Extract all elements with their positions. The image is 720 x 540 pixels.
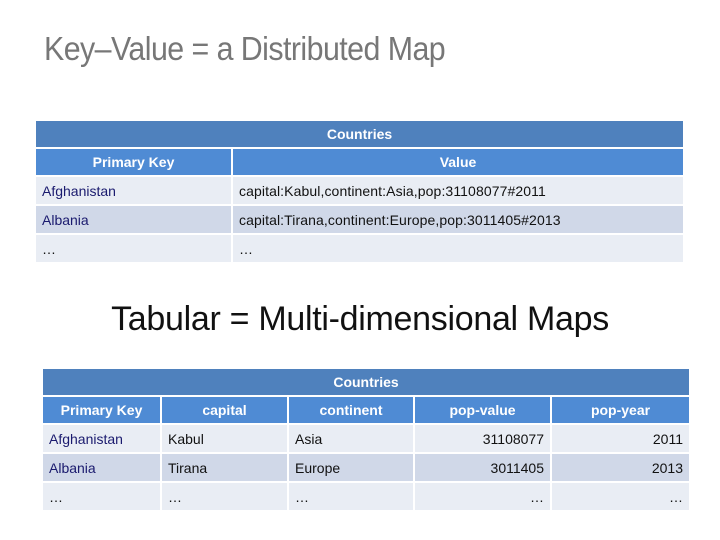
table-row: Afghanistan Kabul Asia 31108077 2011 — [43, 425, 689, 452]
cell-capital: Kabul — [162, 425, 287, 452]
table-row: … … … … … — [43, 483, 689, 510]
cell-pop-year: … — [552, 483, 689, 510]
table-row: … … — [36, 235, 683, 262]
slide-title: Key–Value = a Distributed Map — [44, 30, 446, 67]
cell-capital: Tirana — [162, 454, 287, 481]
cell-pop-value: 31108077 — [415, 425, 550, 452]
cell-primary-key: Albania — [36, 206, 231, 233]
table-header-row: Primary Key capital continent pop-value … — [43, 397, 689, 423]
cell-value: capital:Kabul,continent:Asia,pop:3110807… — [233, 177, 683, 204]
cell-pop-year: 2011 — [552, 425, 689, 452]
cell-pop-year: 2013 — [552, 454, 689, 481]
table-caption: Countries — [36, 121, 683, 147]
cell-primary-key: … — [43, 483, 160, 510]
cell-value: … — [233, 235, 683, 262]
cell-continent: Europe — [289, 454, 413, 481]
cell-continent: … — [289, 483, 413, 510]
section-subtitle: Tabular = Multi-dimensional Maps — [111, 300, 609, 338]
table-header-row: Primary Key Value — [36, 149, 683, 175]
column-header-value: Value — [233, 149, 683, 175]
cell-continent: Asia — [289, 425, 413, 452]
column-header-pop-value: pop-value — [415, 397, 550, 423]
table-caption-row: Countries — [43, 369, 689, 395]
column-header-primary-key: Primary Key — [36, 149, 231, 175]
cell-primary-key: Afghanistan — [43, 425, 160, 452]
cell-pop-value: 3011405 — [415, 454, 550, 481]
cell-primary-key: … — [36, 235, 231, 262]
cell-capital: … — [162, 483, 287, 510]
column-header-pop-year: pop-year — [552, 397, 689, 423]
cell-primary-key: Albania — [43, 454, 160, 481]
cell-pop-value: … — [415, 483, 550, 510]
column-header-continent: continent — [289, 397, 413, 423]
key-value-table: Countries Primary Key Value Afghanistan … — [34, 119, 685, 264]
cell-primary-key: Afghanistan — [36, 177, 231, 204]
table-caption: Countries — [43, 369, 689, 395]
table-row: Albania Tirana Europe 3011405 2013 — [43, 454, 689, 481]
tabular-table: Countries Primary Key capital continent … — [41, 367, 691, 512]
table-row: Afghanistan capital:Kabul,continent:Asia… — [36, 177, 683, 204]
cell-value: capital:Tirana,continent:Europe,pop:3011… — [233, 206, 683, 233]
table-caption-row: Countries — [36, 121, 683, 147]
column-header-capital: capital — [162, 397, 287, 423]
table-row: Albania capital:Tirana,continent:Europe,… — [36, 206, 683, 233]
column-header-primary-key: Primary Key — [43, 397, 160, 423]
